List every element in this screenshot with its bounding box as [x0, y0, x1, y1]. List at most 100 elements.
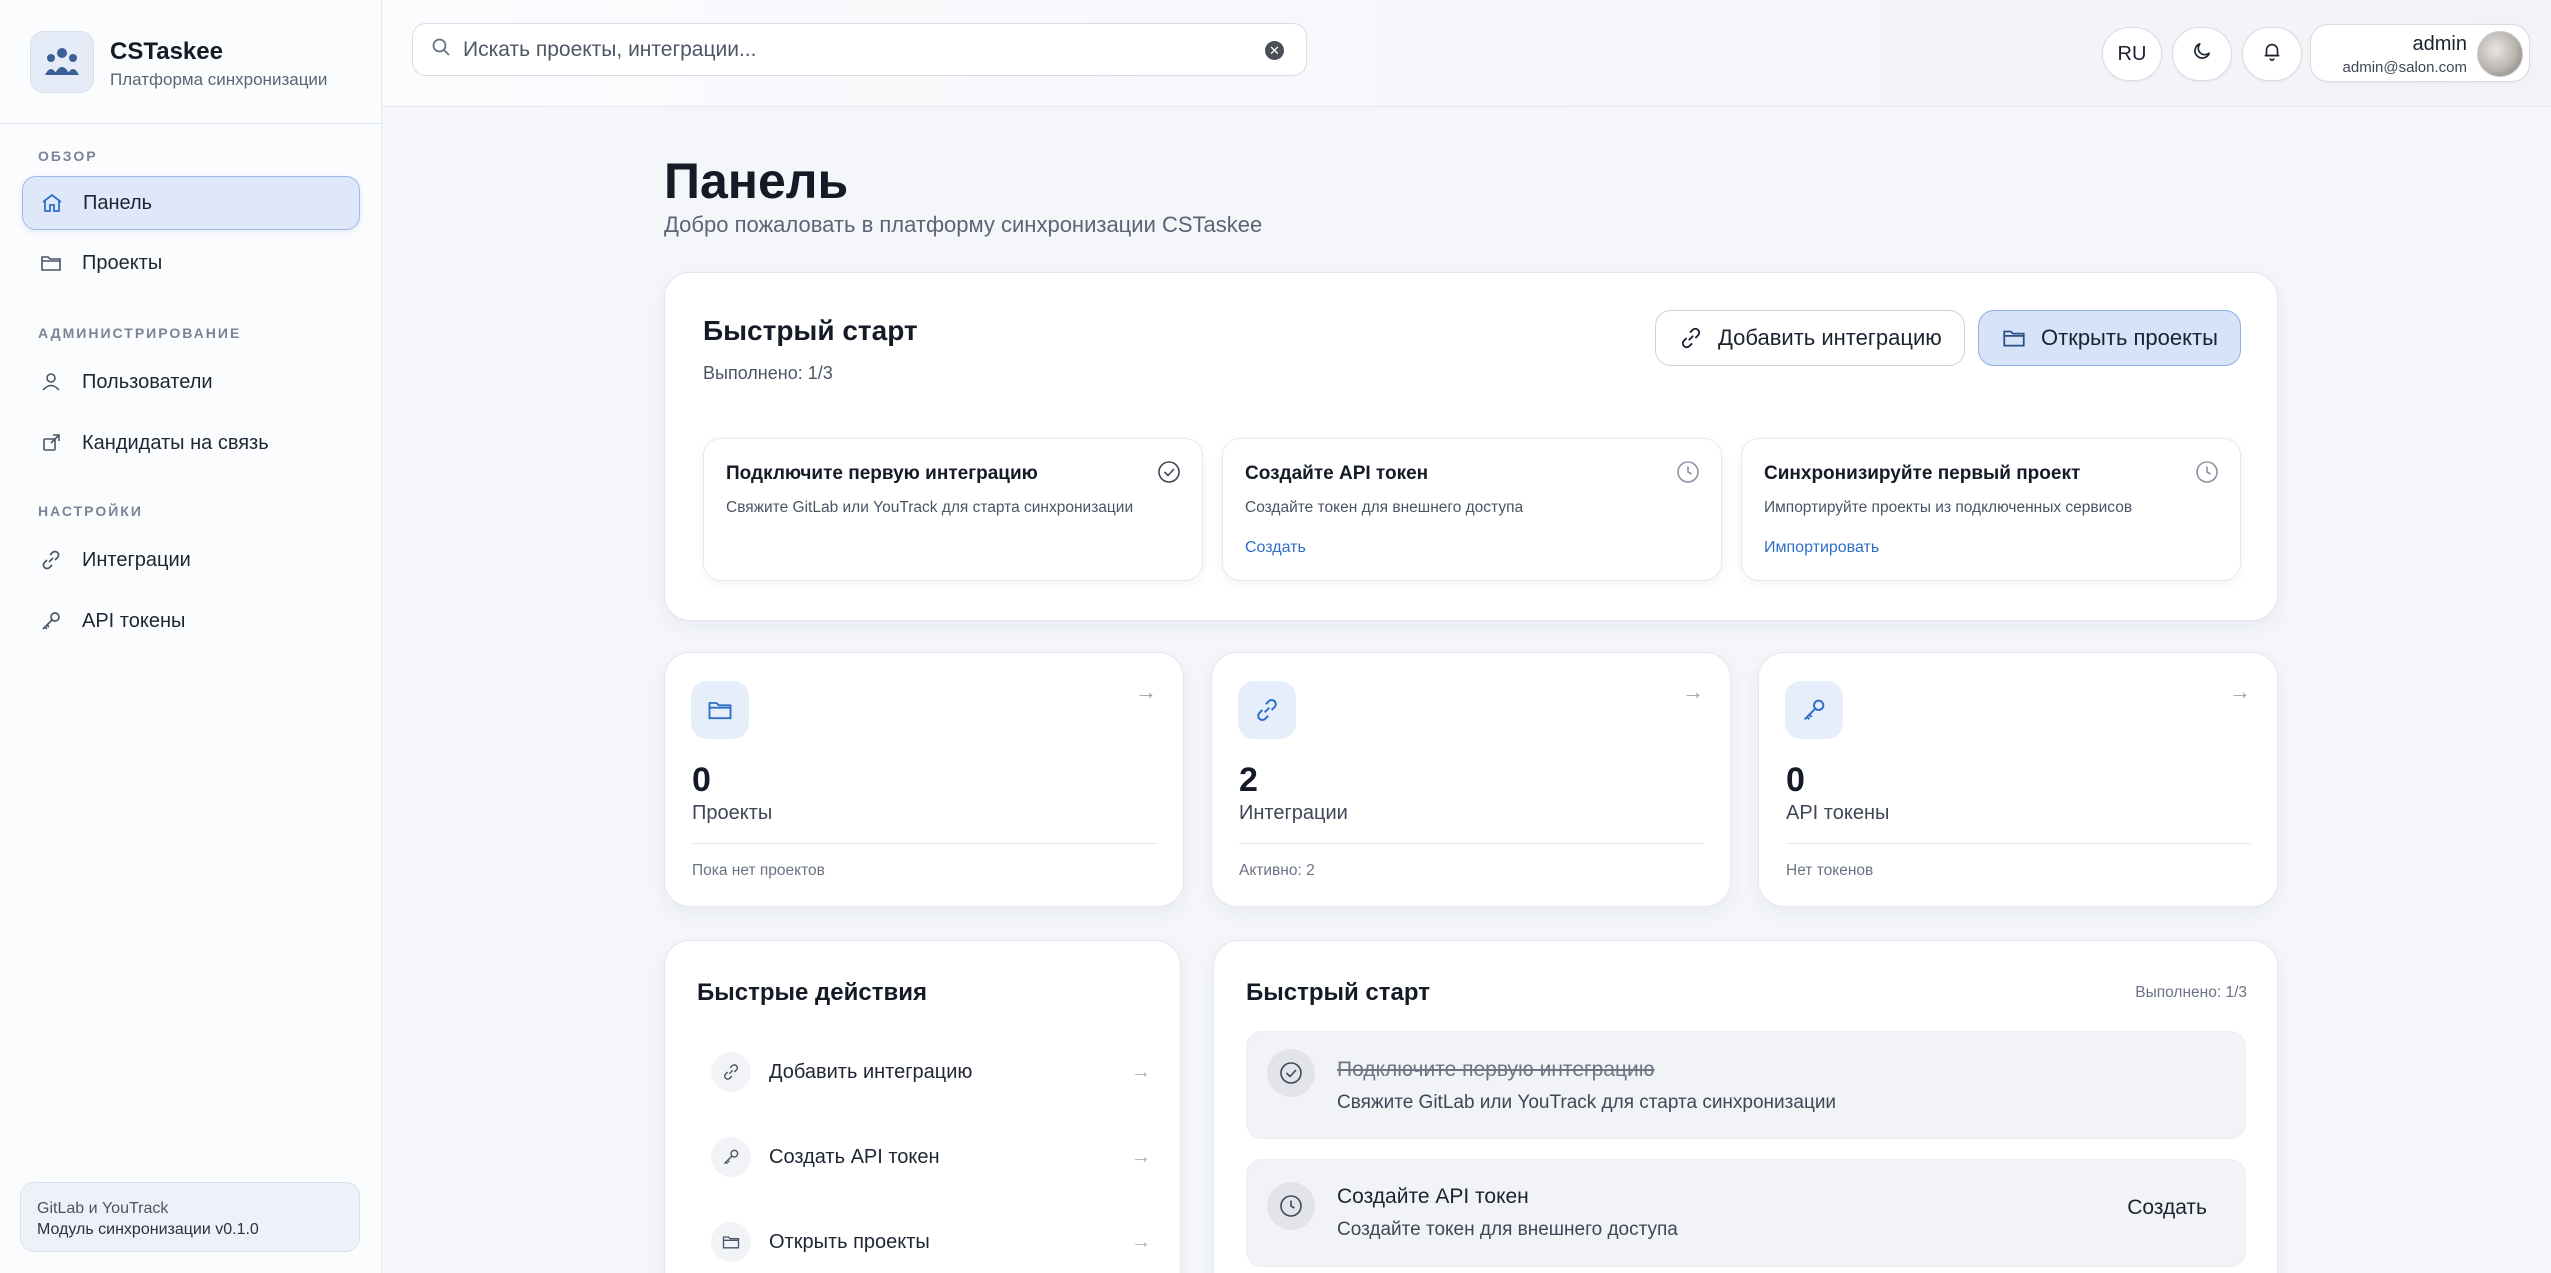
user-menu[interactable]: admin admin@salon.com — [2310, 24, 2530, 82]
quick-action-open-projects[interactable]: Открыть проекты → — [711, 1216, 1151, 1268]
import-link[interactable]: Импортировать — [1764, 539, 1879, 557]
link-icon — [711, 1052, 751, 1092]
arrow-right-icon: → — [1682, 679, 1704, 704]
footer-line-1: GitLab и YouTrack — [37, 1200, 169, 1217]
folder-icon — [691, 681, 749, 739]
step-title: Синхронизируйте первый проект — [1764, 463, 2081, 484]
language-button[interactable]: RU — [2102, 27, 2162, 81]
sidebar-item-api-tokens[interactable]: API токены — [22, 594, 360, 648]
brand-subtitle: Платформа синхронизации — [110, 70, 328, 89]
nav-section-settings: НАСТРОЙКИ — [38, 503, 143, 519]
sidebar-item-users[interactable]: Пользователи — [22, 355, 360, 409]
step-card-integration[interactable]: Подключите первую интеграцию Свяжите Git… — [703, 438, 1203, 581]
stat-card-api-tokens[interactable]: → 0 API токены Нет токенов — [1758, 652, 2278, 907]
brand: CSTaskee Платформа синхронизации — [0, 0, 382, 124]
stat-card-integrations[interactable]: → 2 Интеграции Активно: 2 — [1211, 652, 1731, 907]
stat-value: 0 — [692, 761, 711, 799]
quick-action-label: Открыть проекты — [769, 1230, 930, 1253]
create-token-link[interactable]: Создать — [1245, 539, 1306, 557]
step-card-api-token[interactable]: Создайте API токен Создайте токен для вн… — [1222, 438, 1722, 581]
step-title: Подключите первую интеграцию — [726, 463, 1038, 484]
page-subtitle: Добро пожаловать в платформу синхронизац… — [664, 212, 1263, 237]
add-integration-button[interactable]: Добавить интеграцию — [1655, 310, 1965, 366]
clock-icon — [2194, 459, 2220, 485]
link-icon — [38, 547, 64, 573]
divider — [1786, 843, 2251, 844]
clear-search-icon[interactable]: ✕ — [1265, 41, 1284, 60]
stat-value: 2 — [1239, 761, 1258, 799]
search-box[interactable]: ✕ — [412, 23, 1307, 76]
stat-card-projects[interactable]: → 0 Проекты Пока нет проектов — [664, 652, 1184, 907]
step-description: Свяжите GitLab или YouTrack для старта с… — [726, 499, 1134, 516]
avatar[interactable] — [2477, 31, 2523, 77]
quick-start-list-progress: Выполнено: 1/3 — [2135, 984, 2247, 1001]
sidebar-item-label: Проекты — [82, 251, 163, 274]
key-icon — [1785, 681, 1843, 739]
user-icon — [38, 369, 64, 395]
create-token-button[interactable]: Создать — [2109, 1186, 2225, 1230]
stat-footer: Активно: 2 — [1239, 862, 1315, 879]
brand-name: CSTaskee — [110, 38, 223, 65]
quick-start-item-integration[interactable]: Подключите первую интеграцию Свяжите Git… — [1246, 1031, 2246, 1139]
page-title: Панель — [664, 153, 849, 209]
bell-icon — [2261, 40, 2283, 68]
quick-action-label: Добавить интеграцию — [769, 1060, 973, 1083]
quick-start-item-title: Создайте API токен — [1337, 1185, 1529, 1208]
open-projects-label: Открыть проекты — [2041, 325, 2218, 350]
quick-start-item-title: Подключите первую интеграцию — [1337, 1058, 1655, 1081]
folder-icon — [711, 1222, 751, 1262]
quick-start-card: Быстрый старт Выполнено: 1/3 Добавить ин… — [664, 272, 2278, 621]
home-icon — [39, 190, 65, 216]
sidebar-item-link-candidates[interactable]: Кандидаты на связь — [22, 416, 360, 470]
step-description: Импортируйте проекты из подключенных сер… — [1764, 499, 2133, 516]
nav-section-overview: ОБЗОР — [38, 148, 98, 164]
stat-label: Интеграции — [1239, 802, 1348, 824]
sidebar-item-label: Пользователи — [82, 370, 213, 393]
brand-logo-icon[interactable] — [30, 31, 94, 93]
check-circle-icon — [1156, 459, 1182, 485]
notifications-button[interactable] — [2242, 27, 2302, 81]
link-out-icon — [38, 430, 64, 456]
footer-version: Модуль синхронизации v0.1.0 — [37, 1221, 259, 1238]
arrow-right-icon: → — [1131, 1230, 1151, 1253]
search-input[interactable] — [463, 37, 1253, 62]
clock-icon — [1267, 1182, 1315, 1230]
step-card-sync-project[interactable]: Синхронизируйте первый проект Импортируй… — [1741, 438, 2241, 581]
user-name: admin — [2412, 33, 2467, 55]
stat-label: Проекты — [692, 802, 773, 824]
add-integration-label: Добавить интеграцию — [1718, 325, 1942, 350]
open-projects-button[interactable]: Открыть проекты — [1978, 310, 2241, 366]
stat-label: API токены — [1786, 802, 1890, 824]
quick-start-progress: Выполнено: 1/3 — [703, 363, 833, 383]
check-circle-icon — [1267, 1049, 1315, 1097]
link-icon — [1678, 325, 1704, 351]
step-title: Создайте API токен — [1245, 463, 1429, 484]
quick-start-list-title: Быстрый старт — [1246, 979, 1430, 1006]
arrow-right-icon: → — [1131, 1060, 1151, 1083]
nav-section-admin: АДМИНИСТРИРОВАНИЕ — [38, 325, 242, 341]
quick-action-create-token[interactable]: Создать API токен → — [711, 1131, 1151, 1183]
stat-footer: Нет токенов — [1786, 862, 1874, 879]
key-icon — [711, 1137, 751, 1177]
sidebar-item-label: Панель — [83, 191, 153, 214]
user-email: admin@salon.com — [2342, 59, 2467, 76]
moon-icon — [2191, 40, 2213, 68]
quick-start-item-desc: Свяжите GitLab или YouTrack для старта с… — [1337, 1092, 1837, 1113]
sidebar-item-projects[interactable]: Проекты — [22, 236, 360, 290]
divider — [692, 843, 1157, 844]
theme-toggle-button[interactable] — [2172, 27, 2232, 81]
sidebar-footer: GitLab и YouTrack Модуль синхронизации v… — [20, 1182, 360, 1252]
sidebar-item-integrations[interactable]: Интеграции — [22, 533, 360, 587]
sidebar-item-dashboard[interactable]: Панель — [22, 176, 360, 230]
sidebar: CSTaskee Платформа синхронизации ОБЗОР П… — [0, 0, 382, 1273]
sidebar-item-label: Кандидаты на связь — [82, 431, 269, 454]
clock-icon — [1675, 459, 1701, 485]
quick-action-label: Создать API токен — [769, 1145, 940, 1168]
quick-start-list-card: Быстрый старт Выполнено: 1/3 Подключите … — [1213, 940, 2278, 1273]
link-icon — [1238, 681, 1296, 739]
arrow-right-icon: → — [1131, 1145, 1151, 1168]
quick-actions-card: Быстрые действия Добавить интеграцию → С… — [664, 940, 1181, 1273]
step-description: Создайте токен для внешнего доступа — [1245, 499, 1524, 516]
quick-start-item-api-token[interactable]: Создайте API токен Создайте токен для вн… — [1246, 1159, 2246, 1267]
quick-action-add-integration[interactable]: Добавить интеграцию → — [711, 1046, 1151, 1098]
